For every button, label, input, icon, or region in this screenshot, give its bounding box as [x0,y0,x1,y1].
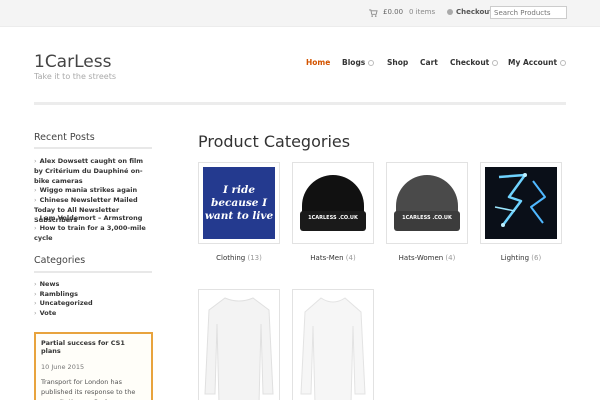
product-category-image [297,294,369,400]
recent-posts-title: Recent Posts [34,132,95,143]
site-tagline: Take it to the streets [34,72,116,81]
featured-post-excerpt: Transport for London has published its r… [41,378,136,400]
checkout-link[interactable]: Checkout [447,8,493,16]
site-title[interactable]: 1CarLess [34,52,111,72]
nav-item-home[interactable]: Home [306,58,330,67]
category-link-news[interactable]: › News [34,280,59,288]
product-category-image: 1CARLESS .CO.UK [297,167,369,239]
widget-divider [34,147,152,149]
product-category-image: 1CARLESS .CO.UK [391,167,463,239]
product-category-image [203,294,275,400]
cart-item-count[interactable]: 0 items [409,8,435,16]
submenu-indicator-icon [492,60,499,66]
checkout-link-label: Checkout [456,8,493,16]
chevron-right-icon: › [34,186,37,194]
product-category-label[interactable]: Clothing (13) [198,254,280,262]
checkout-icon [447,9,453,15]
chevron-right-icon: › [34,280,37,288]
chevron-right-icon: › [34,290,37,298]
nav-item-my-account-label: My Account [508,58,558,67]
long-sleeve-shirt-image [300,297,366,400]
image-text: I ride because I want to live [204,183,274,222]
image-text: 1CARLESS .CO.UK [308,215,358,221]
product-category-card[interactable] [198,289,280,400]
product-category-card-hats-women[interactable]: 1CARLESS .CO.UK [386,162,468,244]
chevron-right-icon: › [34,196,37,204]
nav-item-blogs-label: Blogs [342,58,366,67]
long-sleeve-shirt-image [204,297,274,400]
featured-post: Partial success for CS1 plans 10 June 20… [34,332,153,400]
product-category-label[interactable]: Hats-Women (4) [386,254,468,262]
product-category-card-clothing[interactable]: I ride because I want to live [198,162,280,244]
cart-total[interactable]: £0.00 [383,8,403,16]
chevron-right-icon: › [34,299,37,307]
top-bar: £0.00 0 items Checkout [0,0,600,27]
cart-icon[interactable] [369,9,378,17]
nav-item-checkout[interactable]: Checkout [450,58,499,67]
beanie-image: 1CARLESS .CO.UK [300,175,366,231]
widget-divider [34,271,152,273]
chevron-right-icon: › [34,157,37,165]
category-link-ramblings[interactable]: › Ramblings [34,290,78,298]
header-divider [34,102,566,105]
recent-post-link[interactable]: › Wiggo mania strikes again [34,185,154,195]
submenu-indicator-icon [368,60,375,66]
chevron-right-icon: › [34,224,37,232]
beanie-image: 1CARLESS .CO.UK [394,175,460,231]
nav-item-shop[interactable]: Shop [387,58,408,67]
page-title: Product Categories [198,132,351,151]
nav-item-my-account[interactable]: My Account [508,58,567,67]
light-strip-image [494,173,546,227]
submenu-indicator-icon [560,60,567,66]
chevron-right-icon: › [34,309,37,317]
nav-item-cart[interactable]: Cart [420,58,438,67]
categories-title: Categories [34,255,86,266]
featured-post-title[interactable]: Partial success for CS1 plans [41,339,146,355]
product-category-card-hats-men[interactable]: 1CARLESS .CO.UK [292,162,374,244]
recent-post-link[interactable]: › How to train for a 3,000-mile cycle [34,223,154,243]
image-text: 1CARLESS .CO.UK [402,215,452,221]
product-category-card[interactable] [292,289,374,400]
nav-item-checkout-label: Checkout [450,58,490,67]
nav-item-blogs[interactable]: Blogs [342,58,375,67]
recent-post-link[interactable]: › Alex Dowsett caught on film by Critériu… [34,156,154,186]
category-link-vote[interactable]: › Vote [34,309,56,317]
category-link-uncategorized[interactable]: › Uncategorized [34,299,93,307]
search-input[interactable] [490,6,567,19]
featured-post-date: 10 June 2015 [41,363,85,371]
product-category-image [485,167,557,239]
product-category-card-lighting[interactable] [480,162,562,244]
product-category-label[interactable]: Lighting (6) [480,254,562,262]
chevron-right-icon: › [34,214,37,222]
product-category-label[interactable]: Hats-Men (4) [292,254,374,262]
product-category-image: I ride because I want to live [203,167,275,239]
recent-post-link[interactable]: › I am Voldemort – Armstrong [34,213,154,223]
